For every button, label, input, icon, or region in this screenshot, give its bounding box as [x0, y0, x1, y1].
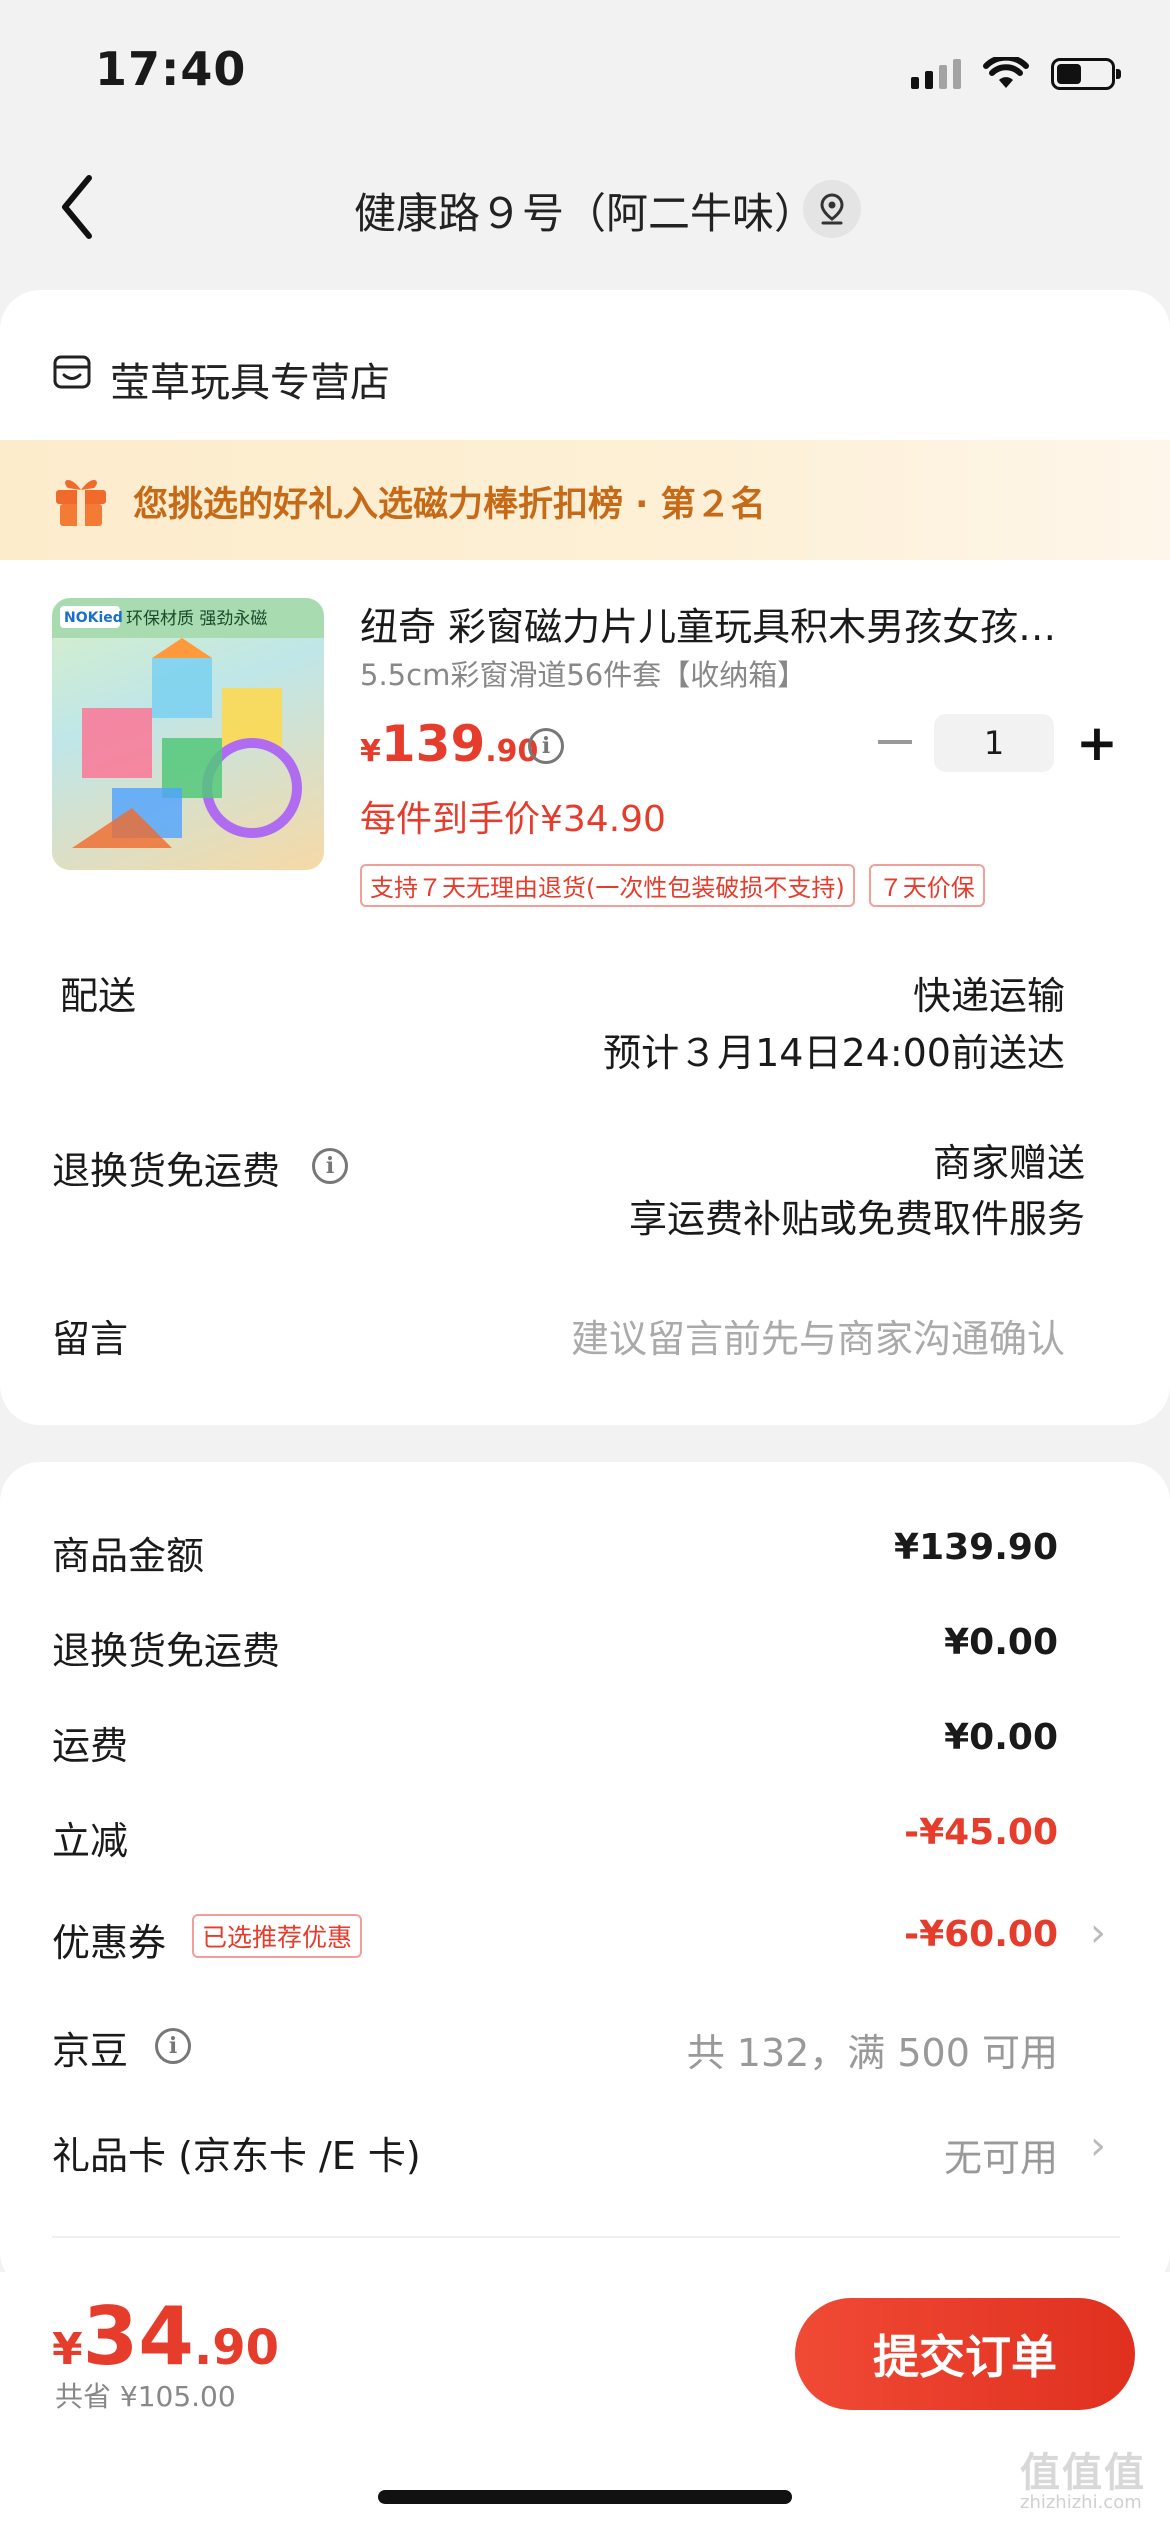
- total-decimal: .90: [193, 2320, 279, 2376]
- quantity-value[interactable]: 1: [934, 714, 1054, 772]
- home-indicator[interactable]: [378, 2490, 792, 2504]
- watermark-logo: 值值值: [1020, 2450, 1146, 2496]
- per-item-price: 每件到手价¥34.90: [360, 799, 666, 840]
- gift-icon: [56, 479, 106, 526]
- location-pin-icon: [820, 193, 844, 225]
- price-integer: 139: [380, 715, 486, 773]
- product-image-caption: 环保材质 强劲永磁: [126, 609, 267, 629]
- watermark-url: zhizhizhi.com: [1020, 2492, 1142, 2513]
- message-label: 留言: [52, 1317, 129, 1361]
- summary-label-discount: 立减: [52, 1819, 129, 1863]
- product-image[interactable]: NOKied 环保材质 强劲永磁: [52, 598, 324, 870]
- total-integer: 34: [82, 2290, 194, 2383]
- divider: [52, 2236, 1120, 2238]
- product-price: ¥ 139 .90: [360, 715, 538, 773]
- jd-beans-label: 京豆: [52, 2029, 129, 2073]
- gift-card-value[interactable]: 无可用: [944, 2127, 1058, 2182]
- price-currency: ¥: [360, 734, 381, 769]
- quantity-decrease-button[interactable]: [878, 740, 912, 744]
- status-icons: [911, 52, 1121, 96]
- price-protection-tag: ７天价保: [868, 864, 985, 907]
- price-info-icon[interactable]: i: [528, 728, 564, 764]
- status-time: 17:40: [95, 42, 247, 96]
- summary-value-return-shipping: ¥0.00: [944, 1622, 1058, 1663]
- jd-beans-value: 共 132，满 500 可用: [686, 2031, 1058, 2075]
- location-button[interactable]: [803, 180, 861, 238]
- delivery-eta[interactable]: 预计３月14日24:00前送达: [603, 1022, 1065, 1077]
- summary-value-discount: -¥45.00: [904, 1812, 1058, 1853]
- product-title[interactable]: 纽奇 彩窗磁力片儿童玩具积木男孩女孩…: [360, 596, 1120, 651]
- total-saved: 共省 ¥105.00: [55, 2380, 236, 2413]
- store-icon: [53, 355, 91, 389]
- coupon-label: 优惠券: [52, 1921, 167, 1965]
- battery-icon: [1051, 58, 1121, 90]
- store-name[interactable]: 莹草玩具专营店: [110, 350, 390, 408]
- jd-beans-info-icon[interactable]: i: [155, 2028, 191, 2064]
- submit-order-button[interactable]: 提交订单: [795, 2298, 1135, 2410]
- quantity-increase-button[interactable]: +: [1076, 718, 1118, 768]
- total-price: ¥ 34 .90: [52, 2290, 279, 2383]
- product-brand-badge: NOKied: [64, 610, 123, 626]
- total-currency: ¥: [52, 2324, 83, 2375]
- delivery-method[interactable]: 快递运输: [913, 965, 1065, 1020]
- return-shipping-info-icon[interactable]: i: [312, 1148, 348, 1184]
- gift-card-chevron-icon[interactable]: ›: [1090, 2123, 1106, 2169]
- summary-label-goods: 商品金额: [52, 1534, 205, 1578]
- summary-label-shipping: 运费: [52, 1724, 129, 1768]
- coupon-chevron-icon[interactable]: ›: [1090, 1910, 1106, 1956]
- wifi-icon: [983, 57, 1029, 88]
- delivery-label: 配送: [60, 974, 137, 1018]
- summary-value-shipping: ¥0.00: [944, 1717, 1058, 1758]
- return-shipping-label: 退换货免运费: [52, 1149, 281, 1193]
- summary-label-return-shipping: 退换货免运费: [52, 1629, 281, 1673]
- coupon-value[interactable]: -¥60.00: [904, 1914, 1058, 1955]
- gift-card-label: 礼品卡 (京东卡 /E 卡): [52, 2134, 421, 2178]
- page-title: 健康路９号（阿二牛味）: [353, 189, 816, 238]
- return-shipping-detail: 享运费补贴或免费取件服务: [628, 1197, 1085, 1241]
- message-input[interactable]: 建议留言前先与商家沟通确认: [571, 1308, 1065, 1363]
- return-shipping-value: 商家赠送: [932, 1141, 1085, 1185]
- ranking-banner-text: 您挑选的好礼入选磁力棒折扣榜 · 第２名: [133, 485, 766, 525]
- signal-icon: [911, 59, 961, 89]
- service-tags: 支持７天无理由退货(一次性包装破损不支持) ７天价保: [360, 864, 985, 907]
- return-policy-tag: 支持７天无理由退货(一次性包装破损不支持): [360, 864, 855, 907]
- product-spec[interactable]: 5.5cm彩窗滑道56件套【收纳箱】: [360, 652, 806, 694]
- coupon-badge: 已选推荐优惠: [192, 1914, 363, 1958]
- summary-value-goods: ¥139.90: [894, 1527, 1058, 1568]
- product-illustration: NOKied 环保材质 强劲永磁: [52, 598, 324, 848]
